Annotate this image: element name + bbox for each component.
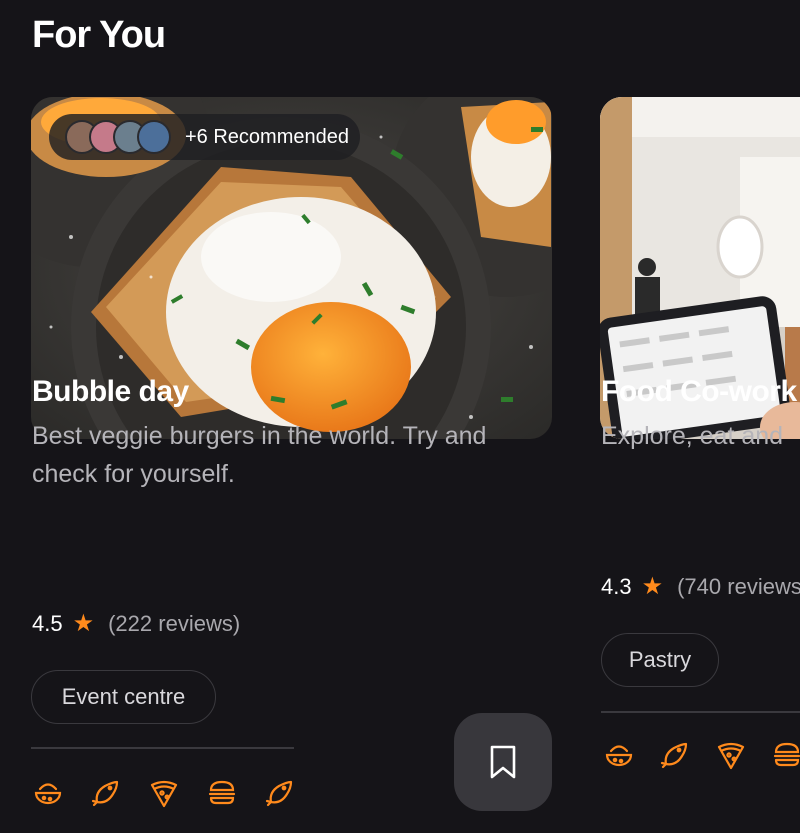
bowl-icon	[605, 745, 633, 767]
card-description: Best veggie burgers in the world. Try an…	[32, 422, 487, 488]
recommended-label: +6 Recommended	[185, 125, 349, 148]
rating-score: 4.5	[32, 610, 63, 636]
rating: 4.5 ★ (222 reviews)	[32, 609, 240, 638]
review-count: (222 reviews)	[108, 610, 241, 636]
star-icon: ★	[72, 610, 95, 637]
pizza-icon	[717, 742, 745, 770]
review-count: (740 reviews)	[677, 573, 800, 599]
fish-icon	[91, 780, 119, 807]
card-title[interactable]: Food Co-work	[601, 375, 797, 409]
avatar	[137, 120, 171, 154]
pizza-icon	[150, 780, 178, 808]
burger-icon	[773, 742, 800, 767]
rating: 4.3 ★ (740 reviews)	[601, 572, 800, 601]
bookmark-icon	[490, 745, 516, 779]
bookmark-button[interactable]	[454, 713, 552, 811]
rating-score: 4.3	[601, 573, 632, 599]
divider	[31, 747, 294, 749]
tag-chip[interactable]: Pastry	[601, 633, 719, 687]
card-description: Explore, eat and	[601, 422, 784, 450]
fish-icon	[660, 742, 688, 769]
category-icons	[604, 740, 800, 770]
card-title[interactable]: Bubble day	[32, 375, 189, 409]
star-icon: ★	[641, 573, 664, 600]
avatar-group	[65, 120, 171, 154]
divider	[601, 711, 800, 713]
burger-icon	[208, 780, 236, 805]
tag-chip[interactable]: Event centre	[31, 670, 216, 724]
page-title: For You	[32, 14, 166, 56]
fish-icon	[265, 780, 293, 807]
recommended-pill[interactable]: +6 Recommended	[49, 114, 360, 160]
bowl-icon	[34, 783, 62, 805]
category-icons	[33, 778, 295, 808]
